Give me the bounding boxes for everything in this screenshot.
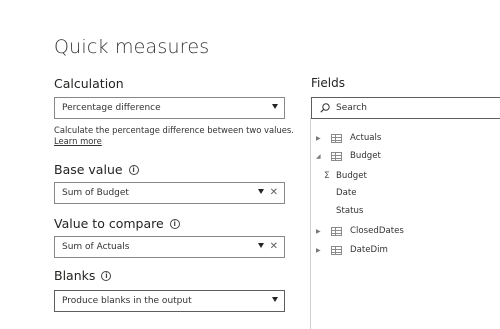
value-to-compare-label-text: Value to compare <box>54 216 164 231</box>
table-name: Actuals <box>350 133 382 143</box>
base-value-label: Base value i <box>54 162 139 177</box>
table-name: DateDim <box>350 245 388 255</box>
fields-divider <box>310 118 311 329</box>
expand-icon[interactable]: ▶ <box>316 135 325 142</box>
calculation-description: Calculate the percentage difference betw… <box>54 125 294 147</box>
field-item-budget[interactable]: Σ Budget <box>324 171 367 181</box>
chevron-down-icon <box>272 104 278 109</box>
search-input[interactable]: Search <box>311 97 500 119</box>
table-item-datedim[interactable]: ▶ DateDim <box>316 245 388 255</box>
info-icon[interactable]: i <box>101 270 112 281</box>
calculation-label-text: Calculation <box>54 76 124 91</box>
blanks-dropdown[interactable]: Produce blanks in the output <box>54 290 285 312</box>
chevron-down-icon <box>272 297 278 302</box>
blanks-label: Blanks i <box>54 268 112 283</box>
calculation-selected: Percentage difference <box>62 103 161 113</box>
blanks-selected: Produce blanks in the output <box>62 296 192 306</box>
table-icon <box>331 133 342 143</box>
field-name: Status <box>336 206 364 216</box>
learn-more-link[interactable]: Learn more <box>54 136 102 146</box>
close-icon[interactable]: ✕ <box>270 241 278 253</box>
base-value-label-text: Base value <box>54 162 123 177</box>
chevron-down-icon[interactable] <box>258 243 264 248</box>
page-title: Quick measures <box>54 36 210 58</box>
fields-title: Fields <box>311 76 345 90</box>
search-icon <box>320 103 330 113</box>
field-item-date[interactable]: Date <box>336 188 357 198</box>
value-to-compare-field[interactable]: Sum of Actuals ✕ <box>54 236 285 258</box>
close-icon[interactable]: ✕ <box>270 187 278 199</box>
field-name: Date <box>336 188 357 198</box>
table-icon <box>331 226 342 236</box>
table-item-actuals[interactable]: ▶ Actuals <box>316 133 381 143</box>
table-icon <box>331 151 342 161</box>
table-icon <box>331 245 342 255</box>
value-to-compare-text: Sum of Actuals <box>62 242 130 252</box>
sigma-icon: Σ <box>324 171 330 181</box>
info-icon[interactable]: i <box>128 164 139 175</box>
expand-icon[interactable]: ▶ <box>316 228 325 235</box>
table-item-budget[interactable]: ◢ Budget <box>316 151 381 161</box>
field-name: Budget <box>336 171 367 181</box>
base-value-field[interactable]: Sum of Budget ✕ <box>54 182 285 204</box>
chevron-down-icon[interactable] <box>258 189 264 194</box>
search-placeholder: Search <box>336 103 367 113</box>
table-item-closeddates[interactable]: ▶ ClosedDates <box>316 226 404 236</box>
calculation-label: Calculation <box>54 76 124 91</box>
base-value-text: Sum of Budget <box>62 188 129 198</box>
blanks-label-text: Blanks <box>54 268 96 283</box>
expand-icon[interactable]: ▶ <box>316 247 325 254</box>
calculation-dropdown[interactable]: Percentage difference <box>54 97 285 119</box>
field-item-status[interactable]: Status <box>336 206 363 216</box>
info-icon[interactable]: i <box>169 218 180 229</box>
calculation-description-text: Calculate the percentage difference betw… <box>54 125 294 135</box>
value-to-compare-label: Value to compare i <box>54 216 180 231</box>
table-name: ClosedDates <box>350 226 404 236</box>
collapse-icon[interactable]: ◢ <box>316 153 325 160</box>
table-name: Budget <box>350 151 381 161</box>
